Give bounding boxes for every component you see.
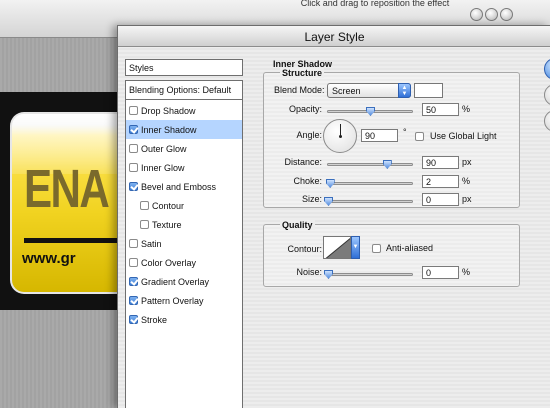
style-checkbox[interactable] <box>129 182 138 191</box>
style-checkbox[interactable] <box>129 239 138 248</box>
contour-curve-icon <box>325 237 350 258</box>
window-close-icon[interactable] <box>470 8 483 21</box>
contour-preview[interactable] <box>323 236 351 259</box>
style-item-label: Color Overlay <box>141 257 197 268</box>
choke-slider[interactable] <box>325 179 413 188</box>
style-item-satin[interactable]: Satin <box>126 234 242 253</box>
angle-center-dot <box>339 135 342 138</box>
artwork-divider <box>24 238 118 243</box>
document-canvas[interactable]: ENA www.gr <box>0 92 118 310</box>
noise-unit: % <box>462 267 471 277</box>
choke-unit: % <box>462 176 471 186</box>
size-unit: px <box>462 194 472 204</box>
ok-button[interactable] <box>544 58 550 80</box>
styles-list: Blending Options: Default Drop Shadow Inn… <box>125 80 243 408</box>
size-label: Size: <box>301 194 322 204</box>
style-item-gradient-overlay[interactable]: Gradient Overlay <box>126 272 242 291</box>
select-arrows-icon: ▲ ▼ <box>398 83 411 98</box>
angle-label: Angle: <box>296 130 322 140</box>
reposition-hint: Click and drag to reposition the effect <box>300 0 450 8</box>
style-item-outer-glow[interactable]: Outer Glow <box>126 139 242 158</box>
style-item-stroke[interactable]: Stroke <box>126 310 242 329</box>
choke-label: Choke: <box>293 176 322 186</box>
styles-header[interactable]: Styles <box>125 59 243 76</box>
opacity-unit: % <box>462 104 471 114</box>
angle-unit: ° <box>403 127 407 137</box>
style-item-label: Outer Glow <box>141 143 187 154</box>
noise-label: Noise: <box>296 267 322 277</box>
style-checkbox[interactable] <box>129 106 138 115</box>
style-item-label: Contour <box>152 200 185 211</box>
style-checkbox[interactable] <box>129 277 138 286</box>
use-global-light-label: Use Global Light <box>430 131 497 141</box>
shadow-color-swatch[interactable] <box>414 83 443 98</box>
dialog-titlebar[interactable]: Layer Style <box>118 26 550 47</box>
opacity-field[interactable]: 50 <box>422 103 459 116</box>
distance-field[interactable]: 90 <box>422 156 459 169</box>
noise-slider[interactable] <box>324 270 413 279</box>
contour-label: Contour: <box>287 244 322 254</box>
style-item-label: Texture <box>152 219 182 230</box>
artwork-button-preview: ENA www.gr <box>10 112 118 294</box>
blend-mode-select[interactable]: Screen ▲ ▼ <box>327 83 411 98</box>
contour-dropdown-arrow-icon[interactable]: ▼ <box>351 236 360 259</box>
cancel-button[interactable] <box>544 84 550 106</box>
angle-field[interactable]: 90 <box>361 129 398 142</box>
style-item-texture[interactable]: Texture <box>126 215 242 234</box>
use-global-light-checkbox[interactable] <box>415 132 424 141</box>
quality-group <box>263 224 520 287</box>
distance-unit: px <box>462 157 472 167</box>
opacity-label: Opacity: <box>288 104 322 114</box>
layer-style-dialog: Layer Style Styles Blending Options: Def… <box>117 25 550 408</box>
style-item-label: Inner Glow <box>141 162 185 173</box>
window-zoom-icon[interactable] <box>500 8 513 21</box>
style-checkbox[interactable] <box>140 220 149 229</box>
style-item-label: Pattern Overlay <box>141 295 204 306</box>
size-slider[interactable] <box>324 197 413 206</box>
window-controls <box>470 8 513 21</box>
style-item-contour[interactable]: Contour <box>126 196 242 215</box>
quality-title: Quality <box>280 220 315 230</box>
noise-field[interactable]: 0 <box>422 266 459 279</box>
style-item-label: Gradient Overlay <box>141 276 210 287</box>
structure-title: Structure <box>280 68 325 78</box>
style-checkbox[interactable] <box>129 125 138 134</box>
style-item-inner-shadow[interactable]: Inner Shadow <box>126 120 242 139</box>
style-checkbox[interactable] <box>140 201 149 210</box>
style-item-label: Stroke <box>141 314 168 325</box>
opacity-slider[interactable] <box>327 107 413 116</box>
window-minimize-icon[interactable] <box>485 8 498 21</box>
artwork-text: ENA <box>24 159 110 219</box>
style-item-drop-shadow[interactable]: Drop Shadow <box>126 101 242 120</box>
style-checkbox[interactable] <box>129 144 138 153</box>
style-item-label: Bevel and Emboss <box>141 181 217 192</box>
style-checkbox[interactable] <box>129 258 138 267</box>
choke-field[interactable]: 2 <box>422 175 459 188</box>
anti-aliased-label: Anti-aliased <box>386 243 434 253</box>
distance-slider[interactable] <box>327 160 413 169</box>
distance-label: Distance: <box>284 157 322 167</box>
style-checkbox[interactable] <box>129 163 138 172</box>
size-field[interactable]: 0 <box>422 193 459 206</box>
blend-mode-value: Screen <box>332 86 361 96</box>
style-item-pattern-overlay[interactable]: Pattern Overlay <box>126 291 242 310</box>
new-style-button[interactable] <box>544 110 550 132</box>
style-item-inner-glow[interactable]: Inner Glow <box>126 158 242 177</box>
style-checkbox[interactable] <box>129 315 138 324</box>
style-item-label: Drop Shadow <box>141 105 196 116</box>
artwork-url: www.gr <box>22 250 76 267</box>
angle-dial[interactable] <box>323 119 357 153</box>
anti-aliased-checkbox[interactable] <box>372 244 381 253</box>
style-checkbox[interactable] <box>129 296 138 305</box>
style-item-label: Satin <box>141 238 162 249</box>
dialog-title: Layer Style <box>304 30 365 44</box>
blend-mode-label: Blend Mode: <box>274 85 325 95</box>
blending-options-item[interactable]: Blending Options: Default <box>126 81 242 100</box>
style-item-color-overlay[interactable]: Color Overlay <box>126 253 242 272</box>
style-item-label: Inner Shadow <box>141 124 197 135</box>
style-item-bevel-and-emboss[interactable]: Bevel and Emboss <box>126 177 242 196</box>
